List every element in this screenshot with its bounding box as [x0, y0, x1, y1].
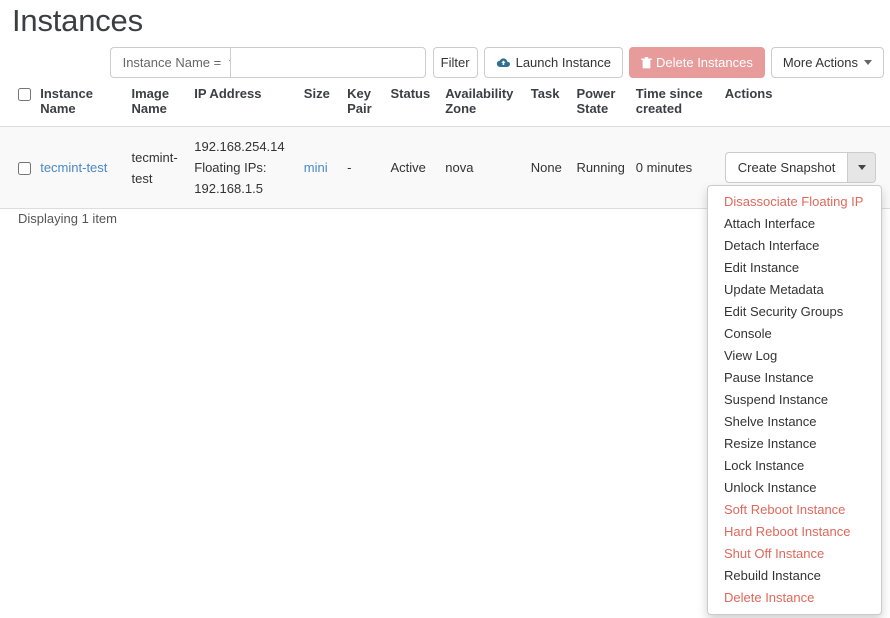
trash-icon — [641, 56, 652, 69]
column-header-key-pair: Key Pair — [341, 84, 385, 127]
item-count-label: Displaying 1 item — [18, 211, 117, 226]
row-action-split-button: Create Snapshot — [724, 152, 877, 183]
more-actions-button[interactable]: More Actions — [770, 47, 884, 78]
row-select-cell — [0, 126, 35, 209]
menu-item-resize-instance[interactable]: Resize Instance — [708, 433, 881, 455]
menu-item-delete-instance[interactable]: Delete Instance — [708, 587, 881, 609]
filter-field-select[interactable]: Instance Name = — [109, 47, 238, 78]
chevron-down-icon — [857, 165, 866, 170]
row-actions-menu: Disassociate Floating IP Attach Interface… — [707, 185, 882, 615]
menu-item-suspend-instance[interactable]: Suspend Instance — [708, 389, 881, 411]
table-header-row: Instance Name Image Name IP Address Size… — [0, 84, 890, 127]
menu-item-unlock-instance[interactable]: Unlock Instance — [708, 477, 881, 499]
cell-instance-name: tecmint-test — [34, 126, 126, 209]
menu-item-attach-interface[interactable]: Attach Interface — [708, 213, 881, 235]
menu-item-detach-interface[interactable]: Detach Interface — [708, 235, 881, 257]
cell-image-name: tecmint-test — [125, 126, 189, 209]
menu-item-shelve-instance[interactable]: Shelve Instance — [708, 411, 881, 433]
menu-item-disassociate-floating-ip[interactable]: Disassociate Floating IP — [708, 191, 881, 213]
column-header-size: Size — [297, 84, 342, 127]
menu-item-update-metadata[interactable]: Update Metadata — [708, 279, 881, 301]
menu-item-soft-reboot-instance[interactable]: Soft Reboot Instance — [708, 499, 881, 521]
column-header-power-state: Power State — [570, 84, 630, 127]
column-header-task: Task — [524, 84, 571, 127]
cell-availability-zone: nova — [439, 126, 525, 209]
cell-size: mini — [297, 126, 342, 209]
column-header-time-since-created: Time since created — [629, 84, 719, 127]
column-header-image-name: Image Name — [125, 84, 189, 127]
floating-ip-label: Floating IPs: — [194, 160, 267, 175]
cell-key-pair: - — [341, 126, 385, 209]
menu-item-console[interactable]: Console — [708, 323, 881, 345]
filter-field-select-label: Instance Name = — [122, 55, 222, 70]
flavor-link[interactable]: mini — [304, 160, 328, 175]
page-title: Instances — [12, 3, 143, 38]
menu-item-edit-instance[interactable]: Edit Instance — [708, 257, 881, 279]
cell-task: None — [524, 126, 571, 209]
cell-ip-address: 192.168.254.14 Floating IPs: 192.168.1.5 — [188, 126, 298, 209]
delete-instances-label: Delete Instances — [656, 55, 753, 70]
select-all-header — [0, 84, 35, 127]
cell-time-since-created: 0 minutes — [629, 126, 719, 209]
select-all-checkbox[interactable] — [18, 88, 31, 102]
cell-power-state: Running — [570, 126, 630, 209]
row-actions-dropdown-toggle[interactable] — [848, 152, 877, 183]
menu-item-pause-instance[interactable]: Pause Instance — [708, 367, 881, 389]
cloud-upload-icon — [496, 57, 510, 69]
menu-item-view-log[interactable]: View Log — [708, 345, 881, 367]
row-select-checkbox[interactable] — [18, 162, 31, 176]
create-snapshot-button[interactable]: Create Snapshot — [724, 152, 849, 183]
search-input[interactable] — [229, 47, 426, 78]
column-header-actions: Actions — [718, 84, 890, 127]
more-actions-label: More Actions — [782, 55, 858, 70]
launch-instance-button[interactable]: Launch Instance — [483, 47, 623, 78]
instance-name-link[interactable]: tecmint-test — [40, 160, 107, 175]
column-header-status: Status — [384, 84, 440, 127]
ip-primary: 192.168.254.14 — [194, 139, 285, 154]
floating-ip-value: 192.168.1.5 — [194, 181, 263, 196]
filter-button[interactable]: Filter — [432, 47, 478, 78]
delete-instances-button[interactable]: Delete Instances — [629, 47, 765, 78]
column-header-ip-address: IP Address — [188, 84, 298, 127]
column-header-availability-zone: Availability Zone — [439, 84, 525, 127]
menu-item-edit-security-groups[interactable]: Edit Security Groups — [708, 301, 881, 323]
column-header-instance-name: Instance Name — [34, 84, 126, 127]
toolbar: Instance Name = Filter Launch Instance D… — [0, 47, 890, 78]
instances-page: Instances Instance Name = Filter Launch … — [0, 0, 890, 618]
chevron-down-icon — [864, 60, 872, 65]
menu-item-lock-instance[interactable]: Lock Instance — [708, 455, 881, 477]
menu-item-rebuild-instance[interactable]: Rebuild Instance — [708, 565, 881, 587]
launch-instance-label: Launch Instance — [515, 55, 611, 70]
menu-item-shut-off-instance[interactable]: Shut Off Instance — [708, 543, 881, 565]
cell-status: Active — [384, 126, 440, 209]
menu-item-hard-reboot-instance[interactable]: Hard Reboot Instance — [708, 521, 881, 543]
